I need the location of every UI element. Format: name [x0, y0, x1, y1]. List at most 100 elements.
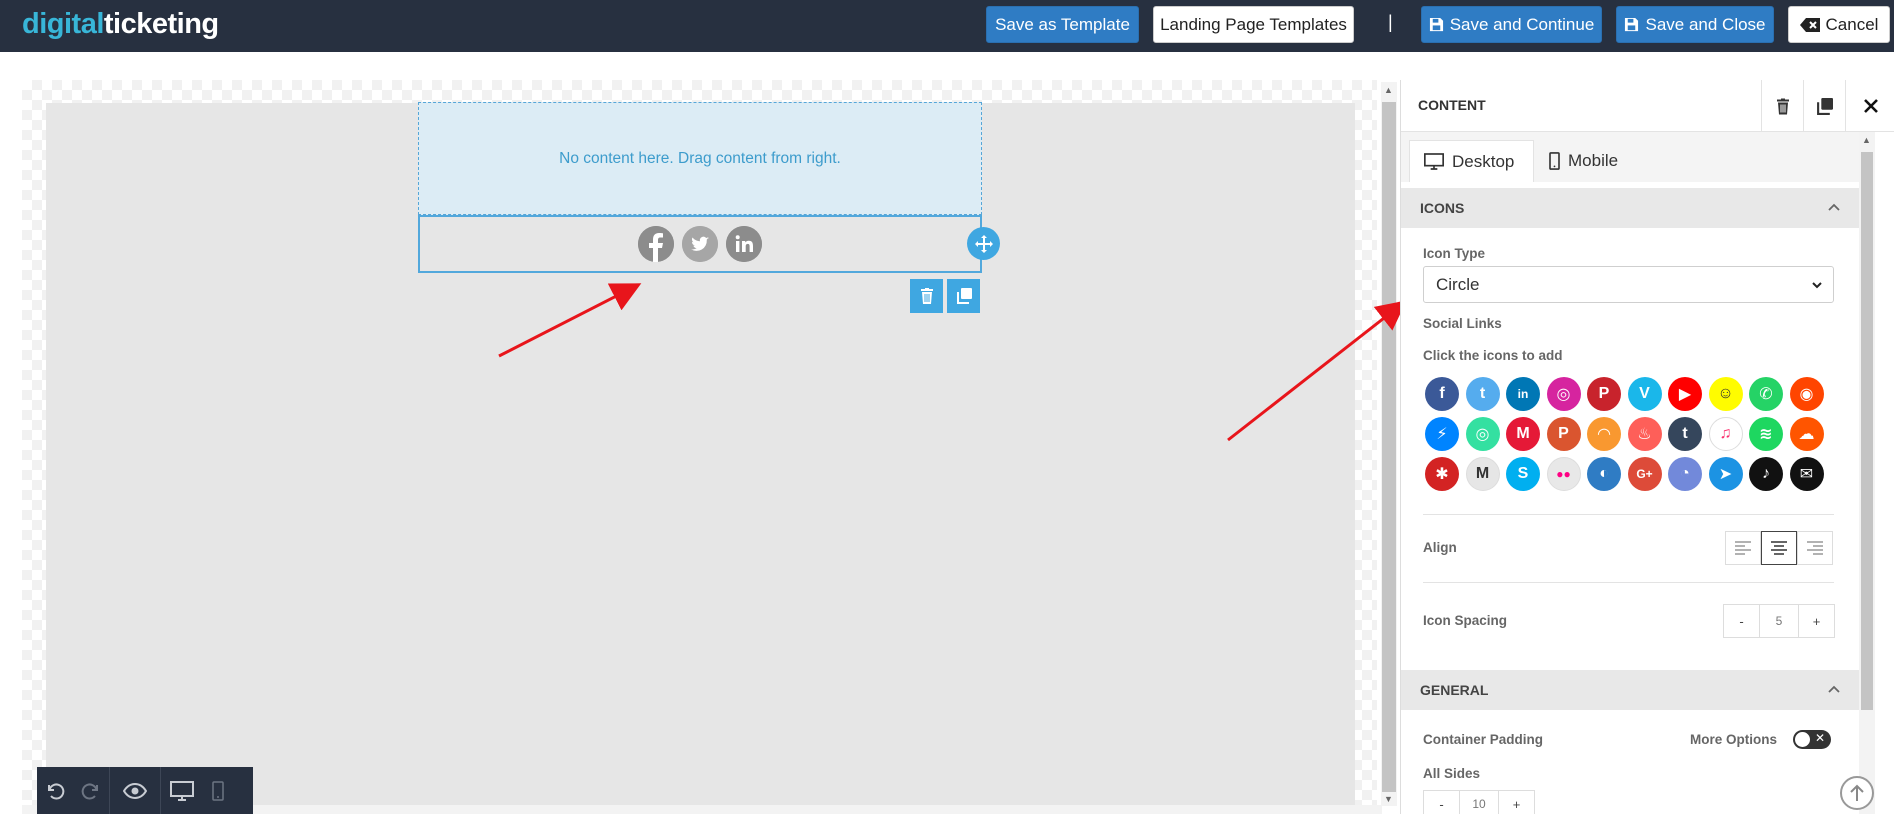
save-as-template-button[interactable]: Save as Template	[986, 6, 1139, 43]
pinterest-icon[interactable]: P	[1587, 377, 1621, 411]
landing-page-templates-button[interactable]: Landing Page Templates	[1153, 6, 1354, 43]
vimeo-icon[interactable]: V	[1627, 377, 1662, 411]
all-sides-increment-button[interactable]: +	[1499, 791, 1534, 814]
chevron-down-icon	[1812, 282, 1822, 289]
save-and-close-button[interactable]: Save and Close	[1616, 6, 1774, 43]
tumblr-icon[interactable]: t	[1668, 417, 1702, 451]
soundcloud-icon[interactable]: ☁	[1789, 417, 1824, 451]
scroll-down-arrow-icon[interactable]: ▼	[1384, 794, 1393, 804]
mobile-view-button[interactable]	[203, 767, 233, 814]
save-and-close-label: Save and Close	[1645, 14, 1766, 34]
canvas-scroll-thumb[interactable]	[1382, 102, 1396, 792]
linkedin-icon	[726, 226, 762, 262]
align-left-button[interactable]	[1725, 531, 1761, 565]
tab-mobile[interactable]: Mobile	[1535, 140, 1635, 182]
tab-mobile-label: Mobile	[1568, 151, 1619, 170]
align-center-button[interactable]	[1761, 531, 1797, 565]
tripadvisor-icon[interactable]: ◎	[1465, 417, 1500, 451]
brand-logo[interactable]: digitalticketing	[22, 8, 219, 41]
telegram-icon[interactable]: ➤	[1708, 457, 1743, 491]
rss-icon[interactable]: ◠	[1587, 417, 1621, 451]
panel-close-button[interactable]	[1845, 80, 1894, 132]
cancel-button[interactable]: Cancel	[1788, 6, 1890, 43]
copy-icon	[1817, 97, 1833, 115]
general-section-header[interactable]: GENERAL	[1401, 670, 1859, 710]
icon-type-value: Circle	[1436, 274, 1480, 294]
tab-desktop[interactable]: Desktop	[1409, 140, 1534, 182]
empty-row-dropzone[interactable]: No content here. Drag content from right…	[418, 102, 982, 215]
producthunt-icon[interactable]: P	[1546, 417, 1581, 451]
social-icons-block[interactable]	[418, 215, 982, 273]
whatsapp-icon[interactable]: ✆	[1749, 377, 1783, 411]
discord-icon[interactable]: ◔	[1668, 457, 1702, 491]
desktop-icon	[170, 780, 194, 801]
general-section-title: GENERAL	[1420, 682, 1489, 698]
icon-spacing-value[interactable]: 5	[1759, 605, 1799, 637]
properties-panel: CONTENT Desktop Mobile ICONS Icon Type C…	[1400, 80, 1894, 814]
instagram-icon[interactable]: ◎	[1546, 377, 1581, 411]
chevron-up-icon	[1828, 685, 1840, 693]
move-block-handle[interactable]	[967, 227, 1000, 260]
device-tabs: Desktop Mobile	[1401, 132, 1859, 182]
landing-page-templates-label: Landing Page Templates	[1160, 14, 1347, 34]
mobile-icon	[1549, 152, 1560, 170]
backspace-icon	[1799, 17, 1820, 32]
facebook-icon	[638, 226, 674, 262]
skype-icon[interactable]: S	[1506, 457, 1540, 491]
all-sides-value[interactable]: 10	[1459, 791, 1499, 814]
canvas-vertical-scrollbar[interactable]: ▲ ▼	[1381, 82, 1397, 806]
more-options-toggle[interactable]: ✕	[1793, 730, 1831, 749]
linkedin-icon[interactable]: in	[1506, 377, 1540, 411]
snapchat-icon[interactable]: ☺	[1708, 377, 1743, 411]
delete-block-button[interactable]	[910, 279, 943, 313]
icon-spacing-increment-button[interactable]: +	[1799, 605, 1834, 637]
scroll-to-top-button[interactable]	[1840, 776, 1874, 810]
close-icon	[1863, 99, 1878, 113]
duplicate-block-button[interactable]	[947, 279, 980, 313]
messenger-icon[interactable]: ⚡	[1425, 417, 1459, 451]
flickr-icon[interactable]: ●●	[1546, 457, 1581, 491]
icons-section-header[interactable]: ICONS	[1401, 188, 1859, 228]
top-bar: digitalticketing Save as Template Landin…	[0, 0, 1894, 52]
tiktok-icon[interactable]: ♪	[1749, 457, 1783, 491]
panel-scroll-thumb[interactable]	[1861, 152, 1873, 710]
icon-spacing-label: Icon Spacing	[1423, 613, 1508, 628]
align-right-button[interactable]	[1797, 531, 1833, 565]
meetup-icon[interactable]: M	[1506, 417, 1540, 451]
redo-icon	[81, 783, 98, 799]
icon-spacing-decrement-button[interactable]: -	[1724, 605, 1759, 637]
click-icons-label: Click the icons to add	[1423, 348, 1563, 363]
medium-icon[interactable]: M	[1465, 457, 1500, 491]
toolbar-separator: |	[1388, 12, 1393, 32]
preview-button[interactable]	[110, 767, 160, 814]
panel-scrollbar[interactable]: ▲	[1859, 132, 1875, 814]
undo-button[interactable]	[37, 767, 73, 814]
eye-icon	[123, 782, 147, 799]
panel-header: CONTENT	[1401, 80, 1894, 132]
youtube-icon[interactable]: ▶	[1668, 377, 1702, 411]
divider	[1423, 514, 1834, 515]
yelp-icon[interactable]: ✱	[1425, 457, 1459, 491]
spotify-icon[interactable]: ≋	[1749, 417, 1783, 451]
twitter-icon[interactable]: t	[1465, 377, 1500, 411]
reddit-icon[interactable]: ◉	[1789, 377, 1824, 411]
trash-icon	[920, 288, 933, 304]
tinder-icon[interactable]: ♨	[1627, 417, 1662, 451]
scroll-up-arrow-icon[interactable]: ▲	[1862, 135, 1871, 145]
desktop-view-button[interactable]	[161, 767, 203, 814]
applemusic-icon[interactable]: ♫	[1708, 417, 1743, 451]
facebook-icon[interactable]: f	[1425, 377, 1459, 411]
panel-delete-button[interactable]	[1761, 80, 1803, 132]
redo-button[interactable]	[73, 767, 109, 814]
icon-type-select[interactable]: Circle	[1423, 266, 1834, 303]
canvas-bottom-toolbar	[37, 767, 253, 814]
cancel-label: Cancel	[1825, 14, 1879, 34]
googleplus-icon[interactable]: G+	[1627, 457, 1662, 491]
arrow-up-icon	[1850, 784, 1864, 801]
panel-duplicate-button[interactable]	[1803, 80, 1845, 132]
scroll-up-arrow-icon[interactable]: ▲	[1384, 85, 1393, 95]
github-icon[interactable]: ◐	[1587, 457, 1621, 491]
save-and-continue-button[interactable]: Save and Continue	[1421, 6, 1602, 43]
all-sides-decrement-button[interactable]: -	[1424, 791, 1459, 814]
email-icon[interactable]: ✉	[1789, 457, 1824, 491]
